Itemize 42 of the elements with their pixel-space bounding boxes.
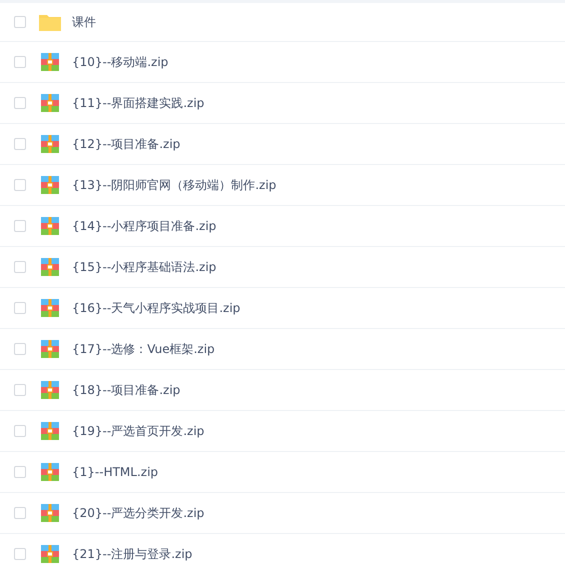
checkbox[interactable] <box>14 56 26 68</box>
file-name[interactable]: {20}--严选分类开发.zip <box>72 504 204 522</box>
checkbox[interactable] <box>14 548 26 560</box>
checkbox[interactable] <box>14 343 26 355</box>
file-name[interactable]: {10}--移动端.zip <box>72 54 168 70</box>
archive-icon <box>39 175 61 195</box>
file-name[interactable]: 课件 <box>72 14 96 30</box>
file-name[interactable]: {17}--选修：Vue框架.zip <box>72 340 215 358</box>
file-name[interactable]: {14}--小程序项目准备.zip <box>72 218 216 234</box>
checkbox[interactable] <box>14 179 26 191</box>
checkbox[interactable] <box>14 425 26 437</box>
file-name[interactable]: {21}--注册与登录.zip <box>72 546 192 562</box>
archive-icon <box>39 134 61 154</box>
file-name[interactable]: {18}--项目准备.zip <box>72 382 180 398</box>
folder-icon <box>39 12 61 32</box>
checkbox[interactable] <box>14 466 26 478</box>
file-name[interactable]: {15}--小程序基础语法.zip <box>72 258 216 276</box>
archive-icon <box>39 544 61 564</box>
checkbox[interactable] <box>14 384 26 396</box>
file-name[interactable]: {11}--界面搭建实践.zip <box>72 94 204 112</box>
archive-icon <box>39 216 61 236</box>
checkbox[interactable] <box>14 97 26 109</box>
file-name[interactable]: {13}--阴阳师官网（移动端）制作.zip <box>72 176 276 194</box>
checkbox[interactable] <box>14 507 26 519</box>
archive-icon <box>39 421 61 441</box>
archive-icon <box>39 93 61 113</box>
checkbox[interactable] <box>14 220 26 232</box>
archive-icon <box>39 298 61 318</box>
archive-icon <box>39 380 61 400</box>
checkbox[interactable] <box>14 138 26 150</box>
file-name[interactable]: {12}--项目准备.zip <box>72 136 180 152</box>
checkbox[interactable] <box>14 16 26 28</box>
archive-icon <box>39 339 61 359</box>
archive-icon <box>39 503 61 523</box>
file-name[interactable]: {19}--严选首页开发.zip <box>72 422 204 440</box>
archive-icon <box>39 52 61 72</box>
checkbox[interactable] <box>14 261 26 273</box>
file-name[interactable]: {1}--HTML.zip <box>72 465 158 479</box>
archive-icon <box>39 257 61 277</box>
archive-icon <box>39 462 61 482</box>
file-name[interactable]: {16}--天气小程序实战项目.zip <box>72 300 240 316</box>
checkbox[interactable] <box>14 302 26 314</box>
